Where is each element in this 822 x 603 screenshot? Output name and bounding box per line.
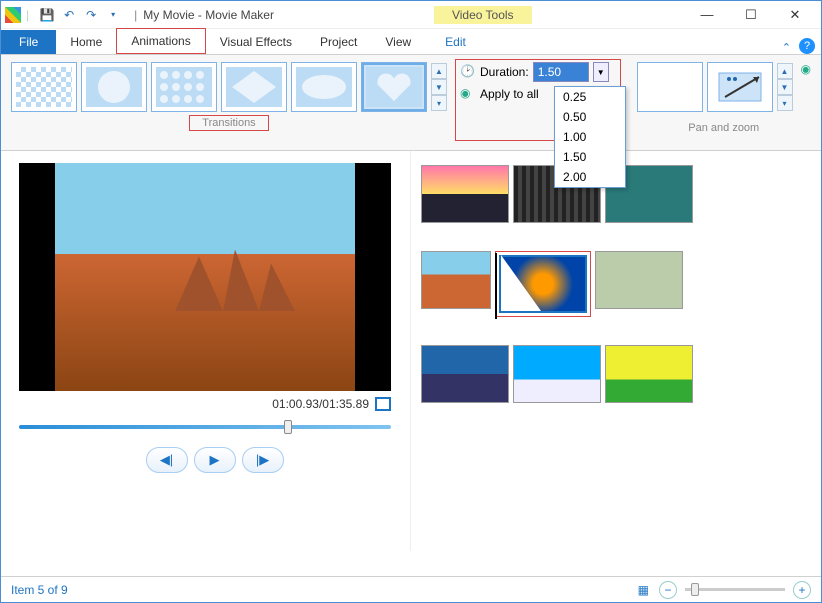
play-button[interactable]: ▶: [194, 447, 236, 473]
pan-zoom-group-label: Pan and zoom: [637, 122, 811, 134]
duration-dropdown-button[interactable]: ▼: [593, 62, 609, 82]
zoom-slider[interactable]: [685, 588, 785, 591]
duration-option[interactable]: 1.00: [555, 127, 625, 147]
tab-file[interactable]: File: [1, 30, 56, 54]
gallery-more-icon[interactable]: ▾: [431, 95, 447, 111]
apply-to-all-button[interactable]: Apply to all: [480, 87, 539, 101]
transitions-gallery-scroll: ▲ ▼ ▾: [431, 63, 447, 111]
ribbon: ▲ ▼ ▾ Transitions 🕑 Duration: ▼ ◉ Apply …: [1, 55, 821, 151]
playback-controls: ◀| ▶ |▶: [19, 447, 410, 473]
pan-zoom-gallery-scroll: ▲ ▼ ▾: [777, 63, 793, 111]
zoom-out-button[interactable]: −: [659, 581, 677, 599]
clip-row-3: [421, 345, 811, 403]
transition-circle[interactable]: [81, 62, 147, 112]
duration-label: Duration:: [480, 65, 529, 79]
status-bar: Item 5 of 9 ▦ − +: [1, 576, 821, 602]
maximize-button[interactable]: ☐: [729, 3, 773, 27]
collapse-ribbon-icon[interactable]: ⌃: [782, 41, 791, 54]
window-controls: — ☐ ✕: [685, 3, 817, 27]
redo-icon[interactable]: ↷: [82, 6, 100, 24]
clock-icon: 🕑: [460, 64, 476, 80]
duration-option[interactable]: 0.25: [555, 87, 625, 107]
contextual-tab-label: Video Tools: [434, 6, 532, 24]
next-frame-button[interactable]: |▶: [242, 447, 284, 473]
save-icon[interactable]: 💾: [38, 6, 56, 24]
titlebar-separator: |: [26, 8, 29, 22]
zoom-thumb[interactable]: [691, 583, 699, 596]
clip-row-2: [421, 251, 811, 317]
gallery-up-icon[interactable]: ▲: [431, 63, 447, 79]
tab-visual-effects[interactable]: Visual Effects: [206, 30, 306, 54]
storyboard[interactable]: [411, 151, 821, 551]
clip-thumbnail[interactable]: [595, 251, 683, 309]
seek-slider[interactable]: [19, 425, 391, 429]
gallery-down-icon[interactable]: ▼: [431, 79, 447, 95]
transition-diamond[interactable]: [221, 62, 287, 112]
view-thumbnails-icon[interactable]: ▦: [638, 583, 649, 597]
clip-thumbnail[interactable]: [605, 345, 693, 403]
preview-image: [55, 163, 355, 391]
minimize-button[interactable]: —: [685, 3, 729, 27]
transition-checker[interactable]: [11, 62, 77, 112]
titlebar: | 💾 ↶ ↷ ▾ | My Movie - Movie Maker Video…: [1, 1, 821, 29]
preview-pane: 01:00.93/01:35.89 ◀| ▶ |▶: [1, 151, 411, 551]
duration-option[interactable]: 0.50: [555, 107, 625, 127]
main-area: 01:00.93/01:35.89 ◀| ▶ |▶: [1, 151, 821, 551]
apply-all-icon: ◉: [460, 86, 476, 102]
zoom-controls: − +: [659, 581, 811, 599]
prev-frame-button[interactable]: ◀|: [146, 447, 188, 473]
pan-zoom-group: ▲ ▼ ▾ ◉ Pan and zoom: [637, 59, 811, 150]
selected-clip-wrapper: [495, 251, 591, 317]
duration-input[interactable]: [533, 62, 589, 82]
transitions-group-label: Transitions: [189, 115, 269, 131]
duration-group: 🕑 Duration: ▼ ◉ Apply to all 0.25 0.50 1…: [455, 59, 621, 141]
title-separator: |: [134, 8, 137, 22]
gallery-up-icon[interactable]: ▲: [777, 63, 793, 79]
duration-dropdown-list: 0.25 0.50 1.00 1.50 2.00: [554, 86, 626, 188]
clip-thumbnail[interactable]: [513, 345, 601, 403]
clip-thumbnail[interactable]: [421, 165, 509, 223]
ribbon-tabs: File Home Animations Visual Effects Proj…: [1, 29, 821, 55]
gallery-more-icon[interactable]: ▾: [777, 95, 793, 111]
clip-thumbnail[interactable]: [421, 345, 509, 403]
clip-thumbnail[interactable]: [421, 251, 491, 309]
window-title: My Movie - Movie Maker: [143, 8, 274, 22]
tab-edit[interactable]: Edit: [431, 30, 480, 54]
fullscreen-icon[interactable]: [375, 397, 391, 411]
status-item-count: Item 5 of 9: [11, 583, 68, 597]
close-button[interactable]: ✕: [773, 3, 817, 27]
transition-circles-grid[interactable]: [151, 62, 217, 112]
tab-view[interactable]: View: [371, 30, 425, 54]
gallery-down-icon[interactable]: ▼: [777, 79, 793, 95]
seek-thumb[interactable]: [284, 420, 292, 434]
playback-time: 01:00.93/01:35.89: [272, 397, 369, 411]
tab-animations[interactable]: Animations: [116, 28, 205, 54]
tab-home[interactable]: Home: [56, 30, 116, 54]
pan-zoom-none[interactable]: [637, 62, 703, 112]
tab-project[interactable]: Project: [306, 30, 371, 54]
undo-icon[interactable]: ↶: [60, 6, 78, 24]
playhead-marker[interactable]: [495, 253, 497, 319]
clip-thumbnail-selected[interactable]: [499, 255, 587, 313]
app-icon: [5, 7, 21, 23]
transition-oval[interactable]: [291, 62, 357, 112]
transition-heart[interactable]: [361, 62, 427, 112]
duration-option[interactable]: 1.50: [555, 147, 625, 167]
preview-monitor[interactable]: [19, 163, 391, 391]
quick-access-toolbar: 💾 ↶ ↷ ▾: [32, 6, 128, 24]
transitions-group: ▲ ▼ ▾ Transitions: [11, 59, 447, 150]
help-icon[interactable]: ?: [799, 38, 815, 54]
duration-option[interactable]: 2.00: [555, 167, 625, 187]
zoom-in-button[interactable]: +: [793, 581, 811, 599]
apply-all-pan-icon[interactable]: ◉: [801, 62, 811, 76]
qat-dropdown-icon[interactable]: ▾: [104, 6, 122, 24]
pan-zoom-effect[interactable]: [707, 62, 773, 112]
